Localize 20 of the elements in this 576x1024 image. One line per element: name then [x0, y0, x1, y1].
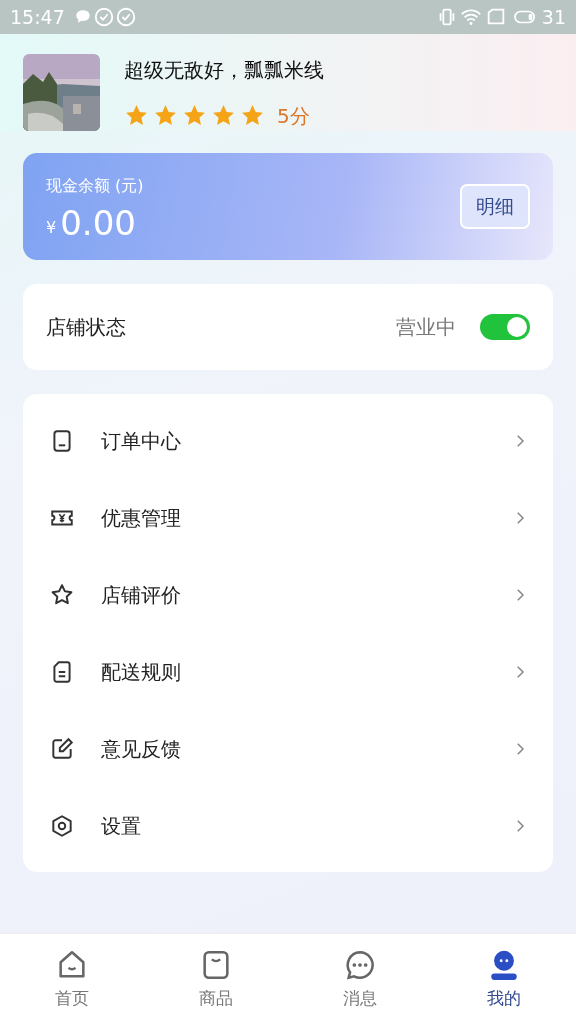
nav-tab[interactable]: 我的 [432, 934, 576, 1024]
nav-tab[interactable]: 消息 [288, 934, 432, 1024]
menu-item[interactable]: 店铺评价 [23, 556, 553, 633]
battery-level: 31 [541, 4, 566, 30]
menu-item[interactable]: 配送规则 [23, 633, 553, 710]
currency-symbol: ¥ [46, 216, 57, 239]
store-status-label: 店铺状态 [46, 314, 126, 341]
nav-tab[interactable]: 商品 [144, 934, 288, 1024]
status-time: 15:47 [10, 4, 65, 30]
rating-score: 5分 [277, 102, 310, 130]
menu-item[interactable]: 设置 [23, 787, 553, 864]
menu-item[interactable]: 优惠管理 [23, 479, 553, 556]
menu-item[interactable]: 意见反馈 [23, 710, 553, 787]
nav-tab[interactable]: 首页 [0, 934, 144, 1024]
balance-amount: 0.00 [60, 205, 136, 240]
menu-item[interactable]: 订单中心 [23, 402, 553, 479]
details-button[interactable]: 明细 [460, 184, 530, 229]
store-status-value: 营业中 [396, 314, 456, 341]
shop-name: 超级无敌好，瓢瓢米线 [124, 56, 324, 84]
balance-label: 现金余额 (元) [46, 174, 144, 197]
